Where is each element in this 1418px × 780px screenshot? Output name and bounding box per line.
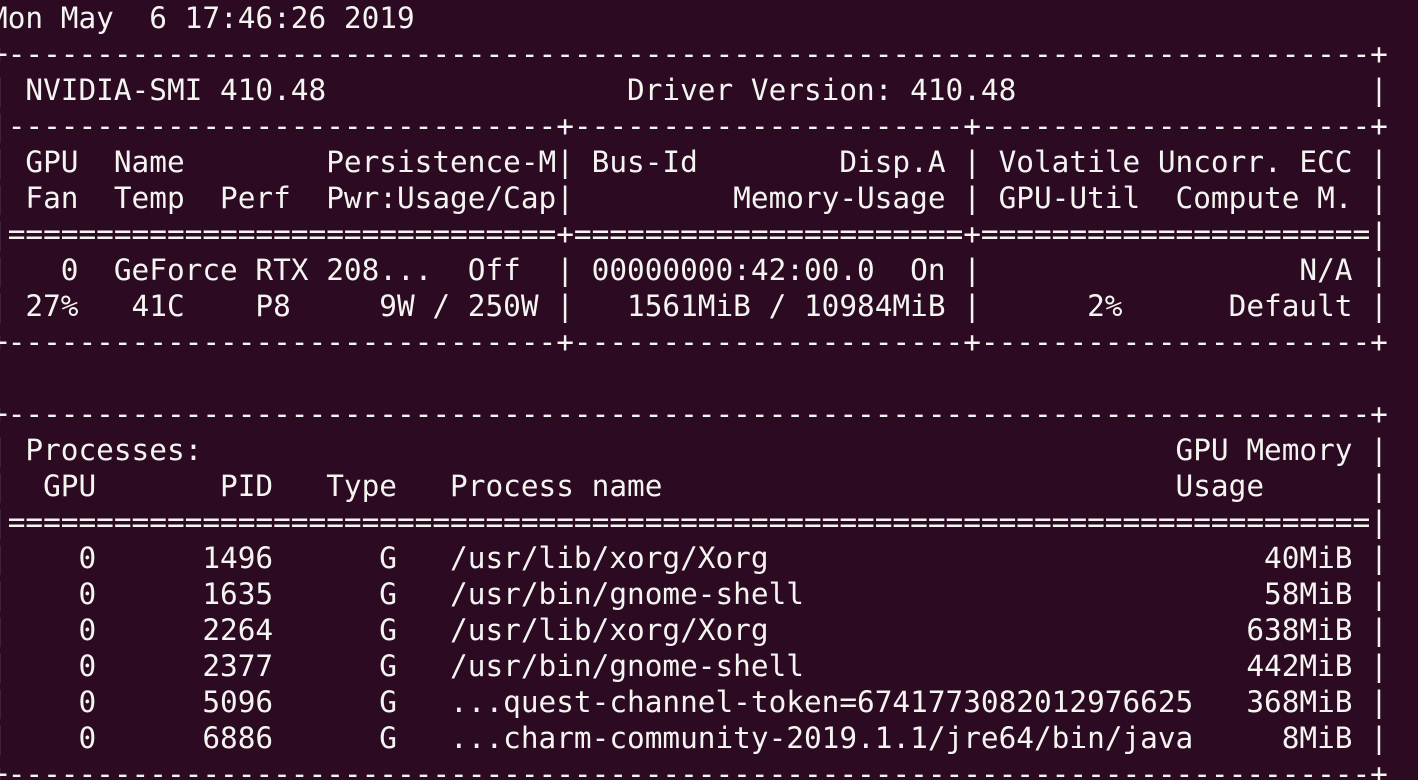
smi-version-line: | NVIDIA-SMI 410.48 Driver Version: 410.… [0,73,1388,107]
gpu-table-header-2: | Fan Temp Perf Pwr:Usage/Cap| Memory-Us… [0,181,1388,215]
process-table-border-bottom: +---------------------------------------… [0,757,1388,780]
gpu-row-2: | 27% 41C P8 9W / 250W | 1561MiB / 10984… [0,289,1388,323]
gpu-row-1: | 0 GeForce RTX 208... Off | 00000000:42… [0,253,1388,287]
terminal-window[interactable]: Mon May 6 17:46:26 2019 +---------------… [0,0,1418,780]
gpu-table-border-bottom: +-------------------------------+-------… [0,325,1388,359]
process-row: | 0 1635 G /usr/bin/gnome-shell 58MiB | [0,577,1388,611]
process-row: | 0 1496 G /usr/lib/xorg/Xorg 40MiB | [0,541,1388,575]
process-row: | 0 2264 G /usr/lib/xorg/Xorg 638MiB | [0,613,1388,647]
timestamp-line: Mon May 6 17:46:26 2019 [0,1,539,35]
process-table-header-2: | GPU PID Type Process name Usage | [0,469,1388,503]
process-row: | 0 5096 G ...quest-channel-token=674177… [0,685,1388,719]
table-border-top: +---------------------------------------… [0,37,1388,71]
process-row: | 0 6886 G ...charm-community-2019.1.1/j… [0,721,1388,755]
process-table-header-1: | Processes: GPU Memory | [0,433,1388,467]
process-row: | 0 2377 G /usr/bin/gnome-shell 442MiB | [0,649,1388,683]
process-table-double-rule: |=======================================… [0,505,1388,539]
gpu-table-header-1: | GPU Name Persistence-M| Bus-Id Disp.A … [0,145,1388,179]
gpu-table-double-rule: |===============================+=======… [0,217,1388,251]
gpu-table-separator: |-------------------------------+-------… [0,109,1388,143]
process-table-border-top: +---------------------------------------… [0,397,1388,431]
